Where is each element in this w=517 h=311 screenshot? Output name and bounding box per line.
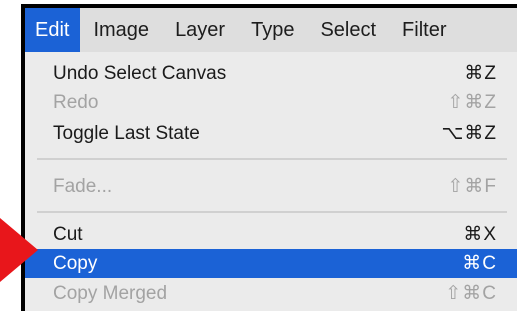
edit-dropdown-menu: Undo Select Canvas ⌘Z Redo ⇧⌘Z Toggle La… xyxy=(25,52,517,311)
menu-separator xyxy=(37,211,507,213)
menu-item-label: Redo xyxy=(53,91,99,113)
menu-item-shortcut: ⇧⌘Z xyxy=(447,92,497,113)
menubar-edit[interactable]: Edit xyxy=(25,8,81,52)
menubar-layer[interactable]: Layer xyxy=(162,8,238,52)
menu-item-label: Copy Merged xyxy=(53,282,168,304)
menu-item-label: Fade... xyxy=(53,175,113,197)
menu-item-label: Copy xyxy=(53,252,98,274)
menu-item-label: Undo Select Canvas xyxy=(53,62,227,84)
menu-item-fade: Fade... ⇧⌘F xyxy=(25,172,517,201)
menubar-select[interactable]: Select xyxy=(307,8,389,52)
red-arrow-icon xyxy=(0,218,38,282)
menu-item-copy-merged: Copy Merged ⇧⌘C xyxy=(25,279,517,308)
menu-item-copy[interactable]: Copy ⌘C xyxy=(25,249,517,278)
menu-item-label: Cut xyxy=(53,223,83,245)
menu-item-shortcut: ⌥⌘Z xyxy=(441,123,497,144)
menu-item-label: Toggle Last State xyxy=(53,122,200,144)
menu-item-shortcut: ⇧⌘F xyxy=(447,176,497,197)
screenshot-frame: Edit Image Layer Type Select Filter Undo… xyxy=(21,4,517,311)
menu-item-redo: Redo ⇧⌘Z xyxy=(25,88,517,117)
menu-item-shortcut: ⇧⌘C xyxy=(445,283,497,304)
menu-item-undo-select-canvas[interactable]: Undo Select Canvas ⌘Z xyxy=(25,59,517,88)
menu-bar: Edit Image Layer Type Select Filter xyxy=(25,8,517,52)
menu-item-toggle-last-state[interactable]: Toggle Last State ⌥⌘Z xyxy=(25,119,517,148)
menu-item-shortcut: ⌘X xyxy=(463,224,497,245)
menu-separator xyxy=(37,158,507,160)
menubar-filter[interactable]: Filter xyxy=(389,8,459,52)
menu-item-shortcut: ⌘C xyxy=(462,253,497,274)
menubar-type[interactable]: Type xyxy=(238,8,307,52)
menu-item-cut[interactable]: Cut ⌘X xyxy=(25,220,517,249)
menu-item-shortcut: ⌘Z xyxy=(464,63,497,84)
menubar-image[interactable]: Image xyxy=(80,8,162,52)
